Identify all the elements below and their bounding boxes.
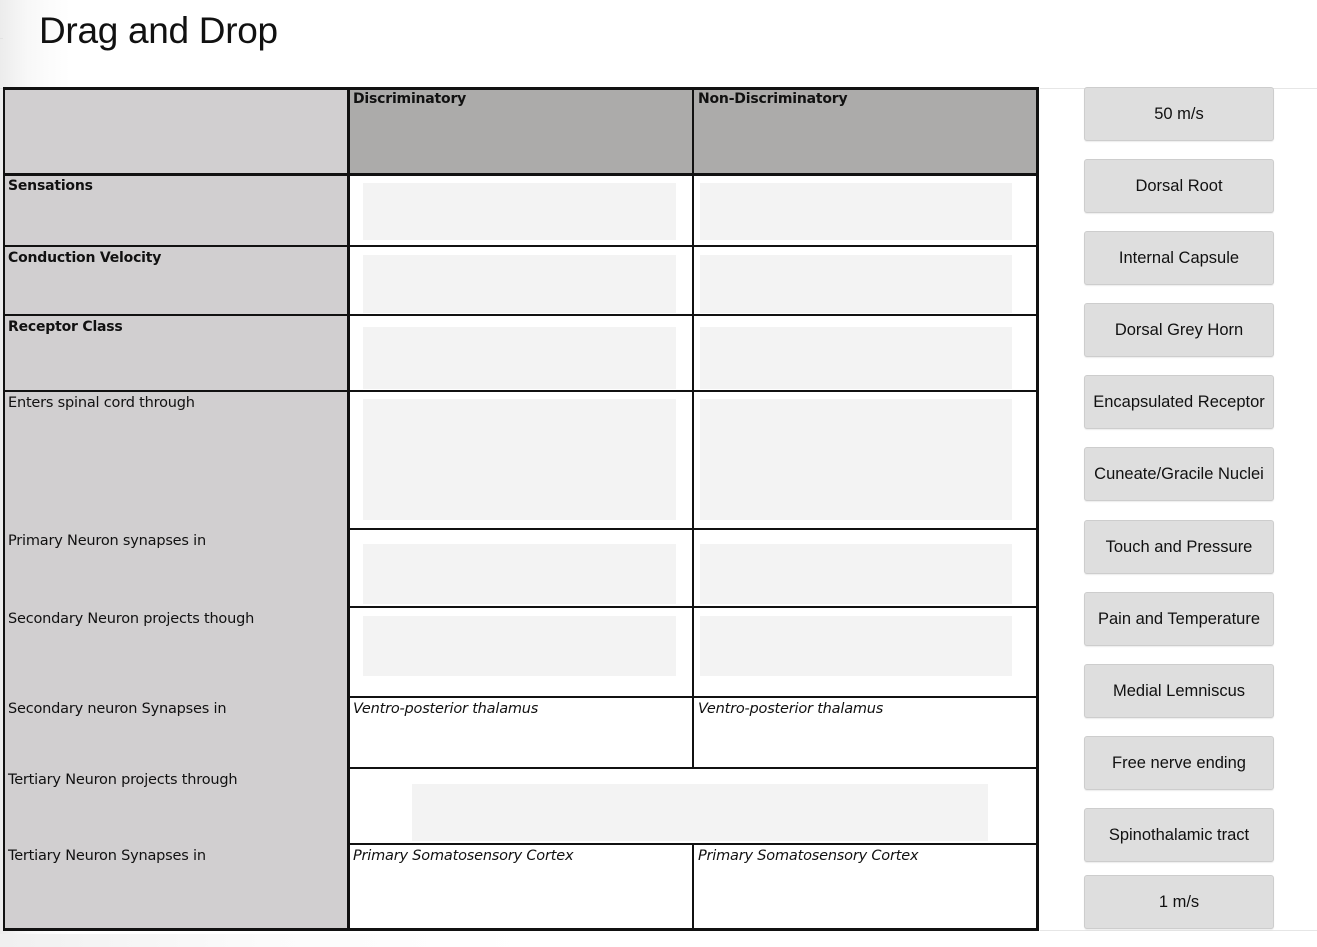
cell-secondary-synapse-discriminatory: Ventro-posterior thalamus bbox=[348, 697, 693, 767]
table-border bbox=[1036, 87, 1039, 931]
cell-secondary-synapse-non-discriminatory: Ventro-posterior thalamus bbox=[693, 697, 1039, 767]
row-divider bbox=[348, 528, 1039, 530]
bottom-band bbox=[0, 934, 1317, 947]
divider bbox=[1040, 930, 1317, 931]
edge-tick bbox=[0, 38, 3, 39]
column-divider bbox=[692, 696, 694, 768]
row-label-secondary-neuron-projects: Secondary Neuron projects though bbox=[8, 611, 255, 627]
drop-zone-conduction-velocity-discriminatory[interactable] bbox=[363, 255, 676, 313]
row-divider bbox=[348, 606, 1039, 608]
column-header-non-discriminatory: Non-Discriminatory bbox=[693, 87, 1039, 174]
table-border bbox=[347, 87, 350, 931]
column-header-discriminatory: Discriminatory bbox=[348, 87, 693, 174]
drop-zone-sensations-discriminatory[interactable] bbox=[363, 183, 676, 240]
column-header-label: Non-Discriminatory bbox=[698, 91, 848, 107]
draggable-chip-dorsal-root[interactable]: Dorsal Root bbox=[1084, 159, 1274, 213]
row-label-tertiary-neuron-projects: Tertiary Neuron projects through bbox=[8, 772, 238, 788]
column-header-label: Discriminatory bbox=[353, 91, 467, 107]
table-border bbox=[3, 87, 5, 931]
label-column bbox=[3, 87, 348, 930]
draggable-chip-free-nerve-ending[interactable]: Free nerve ending bbox=[1084, 736, 1274, 790]
row-label-conduction-velocity: Conduction Velocity bbox=[8, 250, 162, 266]
drop-zone-enters-spinal-cord-discriminatory[interactable] bbox=[363, 399, 676, 520]
draggable-chip-cuneate-gracile-nuclei[interactable]: Cuneate/Gracile Nuclei bbox=[1084, 447, 1274, 501]
given-answer: Ventro-posterior thalamus bbox=[353, 701, 539, 717]
draggable-chip-encapsulated-receptor[interactable]: Encapsulated Receptor bbox=[1084, 375, 1274, 429]
drop-zone-receptor-class-non-discriminatory[interactable] bbox=[700, 327, 1012, 389]
draggable-chip-pain-and-temperature[interactable]: Pain and Temperature bbox=[1084, 592, 1274, 646]
drop-zone-secondary-projects-non-discriminatory[interactable] bbox=[700, 616, 1012, 676]
row-divider bbox=[348, 843, 1039, 845]
given-answer: Primary Somatosensory Cortex bbox=[698, 848, 919, 864]
row-label-receptor-class: Receptor Class bbox=[8, 319, 123, 335]
table-border bbox=[3, 87, 1039, 90]
draggable-chip-50-ms[interactable]: 50 m/s bbox=[1084, 87, 1274, 141]
draggable-chip-internal-capsule[interactable]: Internal Capsule bbox=[1084, 231, 1274, 285]
table-border bbox=[3, 928, 1039, 931]
drop-zone-enters-spinal-cord-non-discriminatory[interactable] bbox=[700, 399, 1012, 520]
drop-zone-tertiary-projects-merged[interactable] bbox=[412, 784, 988, 841]
given-answer: Primary Somatosensory Cortex bbox=[353, 848, 574, 864]
drop-zone-conduction-velocity-non-discriminatory[interactable] bbox=[700, 255, 1012, 313]
row-divider bbox=[3, 173, 1039, 176]
draggable-chip-touch-and-pressure[interactable]: Touch and Pressure bbox=[1084, 520, 1274, 574]
draggable-chip-spinothalamic-tract[interactable]: Spinothalamic tract bbox=[1084, 808, 1274, 862]
drop-zone-primary-synapse-discriminatory[interactable] bbox=[363, 544, 676, 604]
drop-zone-secondary-projects-discriminatory[interactable] bbox=[363, 616, 676, 676]
row-label-primary-neuron-synapses: Primary Neuron synapses in bbox=[8, 533, 206, 549]
column-divider bbox=[692, 843, 694, 930]
draggable-chip-1-ms[interactable]: 1 m/s bbox=[1084, 875, 1274, 929]
row-label-sensations: Sensations bbox=[8, 178, 93, 194]
given-answer: Ventro-posterior thalamus bbox=[698, 701, 884, 717]
drop-zone-sensations-non-discriminatory[interactable] bbox=[700, 183, 1012, 240]
draggable-chip-dorsal-grey-horn[interactable]: Dorsal Grey Horn bbox=[1084, 303, 1274, 357]
cell-tertiary-synapse-discriminatory: Primary Somatosensory Cortex bbox=[348, 844, 693, 930]
drop-zone-receptor-class-discriminatory[interactable] bbox=[363, 327, 676, 389]
row-label-enters-spinal-cord: Enters spinal cord through bbox=[8, 395, 195, 411]
row-divider bbox=[3, 390, 1039, 392]
column-divider bbox=[692, 87, 694, 696]
row-label-tertiary-neuron-synapses: Tertiary Neuron Synapses in bbox=[8, 848, 206, 864]
row-divider bbox=[348, 767, 1039, 769]
cell-tertiary-synapse-non-discriminatory: Primary Somatosensory Cortex bbox=[693, 844, 1039, 930]
row-divider bbox=[348, 696, 1039, 698]
row-label-secondary-neuron-synapses: Secondary neuron Synapses in bbox=[8, 701, 227, 717]
drop-zone-primary-synapse-non-discriminatory[interactable] bbox=[700, 544, 1012, 604]
row-divider bbox=[3, 314, 1039, 316]
row-divider bbox=[3, 245, 1039, 247]
matching-table: Discriminatory Non-Discriminatory Sensat… bbox=[3, 87, 1039, 931]
page-title: Drag and Drop bbox=[39, 10, 278, 51]
draggable-chip-medial-lemniscus[interactable]: Medial Lemniscus bbox=[1084, 664, 1274, 718]
